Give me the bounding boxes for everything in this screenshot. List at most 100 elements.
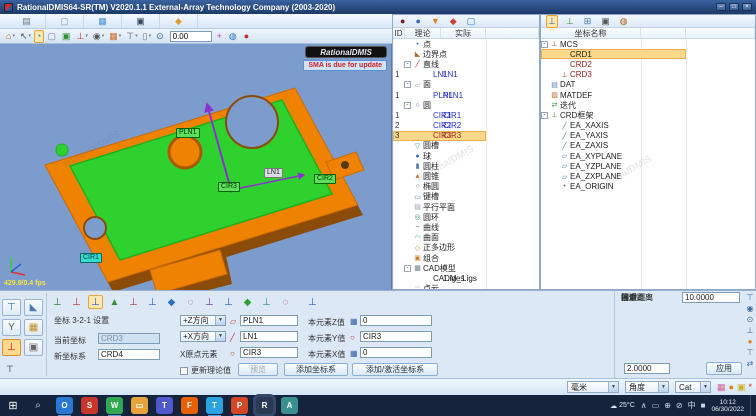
origin-element-field[interactable]: CIR3 [240, 347, 298, 358]
x-element-field[interactable]: LN1 [240, 331, 298, 342]
coordinate-tree-row[interactable]: • EA_ORIGIN [541, 182, 686, 192]
angle-select[interactable]: 角度▼ [625, 381, 669, 393]
panel-icon[interactable]: ⊞ [582, 15, 594, 28]
col-actual[interactable]: 实际 [441, 28, 486, 38]
coordinate-tree-row[interactable]: CRD2 [541, 59, 686, 69]
add-activate-coordinate-button[interactable]: 添加/激活坐标系 [352, 363, 438, 376]
status-alert-icon[interactable]: * [748, 382, 752, 393]
strip-swap-icon[interactable]: ⇄ [747, 359, 754, 369]
probe-view-button[interactable]: ⊤ [2, 299, 21, 316]
taskbar-paint[interactable]: A [281, 397, 298, 414]
label-cir1[interactable]: CIR1 [80, 253, 102, 263]
feature-tree-row[interactable]: ◎ 圆环 [393, 212, 486, 222]
expand-toggle-icon[interactable]: - [541, 112, 548, 119]
coordinate-tree-row[interactable]: ▱ EA_YZPLANE [541, 161, 686, 171]
taskbar-telegram[interactable]: T [206, 397, 223, 414]
home-icon[interactable]: ⌂▾ [4, 30, 17, 43]
taskbar-teams[interactable]: T [156, 397, 173, 414]
clock[interactable]: 10:12 06/30/2022 [711, 399, 744, 413]
status-ball-icon[interactable]: ● [729, 382, 734, 393]
feature-tree-row[interactable]: ● 球 [393, 151, 486, 161]
strip-gear-icon[interactable]: ● [748, 337, 753, 347]
start-button[interactable]: ⊞ [0, 399, 26, 412]
col-id[interactable]: ID [393, 28, 405, 38]
csys-fit-icon[interactable]: ◌ [183, 295, 198, 309]
gold-part-button[interactable]: ▦ [24, 319, 43, 336]
csys-new-icon[interactable]: ⊥ [564, 15, 576, 28]
coordinate-tree-row[interactable]: ▨ MATDEF [541, 90, 686, 100]
taskbar-wechat[interactable]: W [106, 397, 123, 414]
colormap-icon[interactable]: ▦▾ [107, 30, 123, 43]
probe-status-icon[interactable]: ● [398, 15, 407, 28]
expand-toggle-icon[interactable]: - [541, 41, 548, 48]
csys-circle-icon[interactable]: ◌ [278, 295, 293, 309]
apply-button[interactable]: 应用 [706, 362, 742, 375]
strip-zoom-icon[interactable]: ⊙ [747, 315, 754, 325]
feature-tree-row[interactable]: ◇ 正多边形 [393, 243, 486, 253]
weather-widget[interactable]: ☁25°C [610, 402, 635, 410]
strip-axis-icon[interactable]: ⊥ [747, 326, 754, 336]
feature-tree-row[interactable]: ▭ 键槽 [393, 192, 486, 202]
tray-laptop-icon[interactable]: ▭ [652, 401, 660, 410]
feature-tree-row[interactable]: • 点 [393, 39, 486, 49]
feature-tree-row[interactable]: ▲ 圆锥 [393, 171, 486, 181]
csys-save-icon[interactable]: ⊥ [305, 295, 320, 309]
strip-probe2-icon[interactable]: ⊤ [747, 348, 754, 358]
coordinate-tree-row[interactable]: ╱ EA_YAXIS [541, 131, 686, 141]
add-coordinate-button[interactable]: 添加坐标系 [284, 363, 348, 376]
feature-tree-row[interactable]: - ○ 圆 [393, 100, 486, 110]
marquee-icon[interactable]: ▢ [45, 30, 59, 43]
shield-icon[interactable]: ◆ [448, 15, 459, 28]
coordinate-tree-row[interactable]: ⇄ 迭代 [541, 100, 686, 110]
element-ball-icon[interactable]: ● [413, 15, 422, 28]
view-sphere-icon[interactable]: ◍ [227, 30, 239, 43]
coordinate-tree-row[interactable]: ╱ EA_ZAXIS [541, 141, 686, 151]
feature-tree-row[interactable]: ○ 椭圆 [393, 182, 486, 192]
feature-tree-row[interactable]: 1 CIR1 CIR1 [393, 110, 486, 120]
taskbar-security[interactable]: S [81, 397, 98, 414]
tab-display[interactable]: ▣ [122, 14, 160, 28]
3d-viewport[interactable]: RationalDMIS SMA is due for update PLN1L… [0, 44, 392, 290]
label-cir3[interactable]: CIR3 [218, 182, 240, 192]
status-grid-icon[interactable]: ▦ [717, 382, 726, 393]
checkbox-icon[interactable] [180, 367, 188, 375]
coordinate-tree-row[interactable]: ▱ EA_ZXPLANE [541, 171, 686, 181]
feature-tree-row[interactable]: CADM_1 1.iges.igs [393, 273, 486, 283]
axis-icon[interactable]: ⊥▾ [74, 30, 89, 43]
tab-graphics[interactable]: ◆ [160, 14, 198, 28]
preview-button[interactable]: 预览 [238, 363, 278, 376]
part-view-button[interactable]: ◣ [24, 299, 43, 316]
csys-align-icon[interactable]: ⊥ [259, 295, 274, 309]
camera-icon[interactable]: ▣ [599, 15, 612, 28]
csys-view-button[interactable]: ⊥ [2, 339, 21, 356]
strip-view-icon[interactable]: ◉ [747, 304, 754, 314]
y-value-field[interactable]: CIR3 [360, 331, 432, 342]
taskbar-powerpoint[interactable]: P [231, 397, 248, 414]
units-select[interactable]: 毫米▼ [567, 381, 619, 393]
zoom-level-input[interactable] [170, 31, 212, 42]
export-icon[interactable]: ◍ [618, 15, 630, 28]
tray-ime[interactable]: 中 [688, 400, 696, 411]
fit-icon[interactable]: + [215, 30, 224, 43]
taskbar-firefox[interactable]: F [181, 397, 198, 414]
col-nominal[interactable]: 理论 [405, 28, 441, 38]
taskbar-rationaldmis[interactable]: R [256, 397, 273, 414]
strip-probe-icon[interactable]: ⊤ [747, 293, 754, 303]
feature-tree-row[interactable]: ◠ 曲面 [393, 233, 486, 243]
probe-camera-icon[interactable]: ⊤▾ [124, 30, 139, 43]
feature-tree-row[interactable]: ▣ 组合 [393, 253, 486, 263]
status-box-icon[interactable]: ▣ [737, 382, 746, 393]
csys-origin-icon[interactable]: ⊥ [50, 295, 65, 309]
probe-diameter-field[interactable]: 2.0000 [624, 363, 670, 374]
coord-mode-select[interactable]: Cat▼ [675, 381, 711, 393]
update-warning-badge[interactable]: SMA is due for update [303, 60, 387, 71]
tray-network-icon[interactable]: ⊕ [664, 401, 671, 410]
stylus-button[interactable]: Y [2, 319, 21, 336]
new-coord-field[interactable]: CRD4 [98, 349, 160, 360]
tab-table[interactable]: ▦ [84, 14, 122, 28]
expand-toggle-icon[interactable]: - [404, 81, 411, 88]
palette-icon[interactable]: ● [242, 30, 251, 43]
tray-chevron-icon[interactable]: ∧ [641, 401, 647, 410]
close-button[interactable]: × [742, 3, 752, 11]
tab-measure[interactable]: ▤ [8, 14, 46, 28]
